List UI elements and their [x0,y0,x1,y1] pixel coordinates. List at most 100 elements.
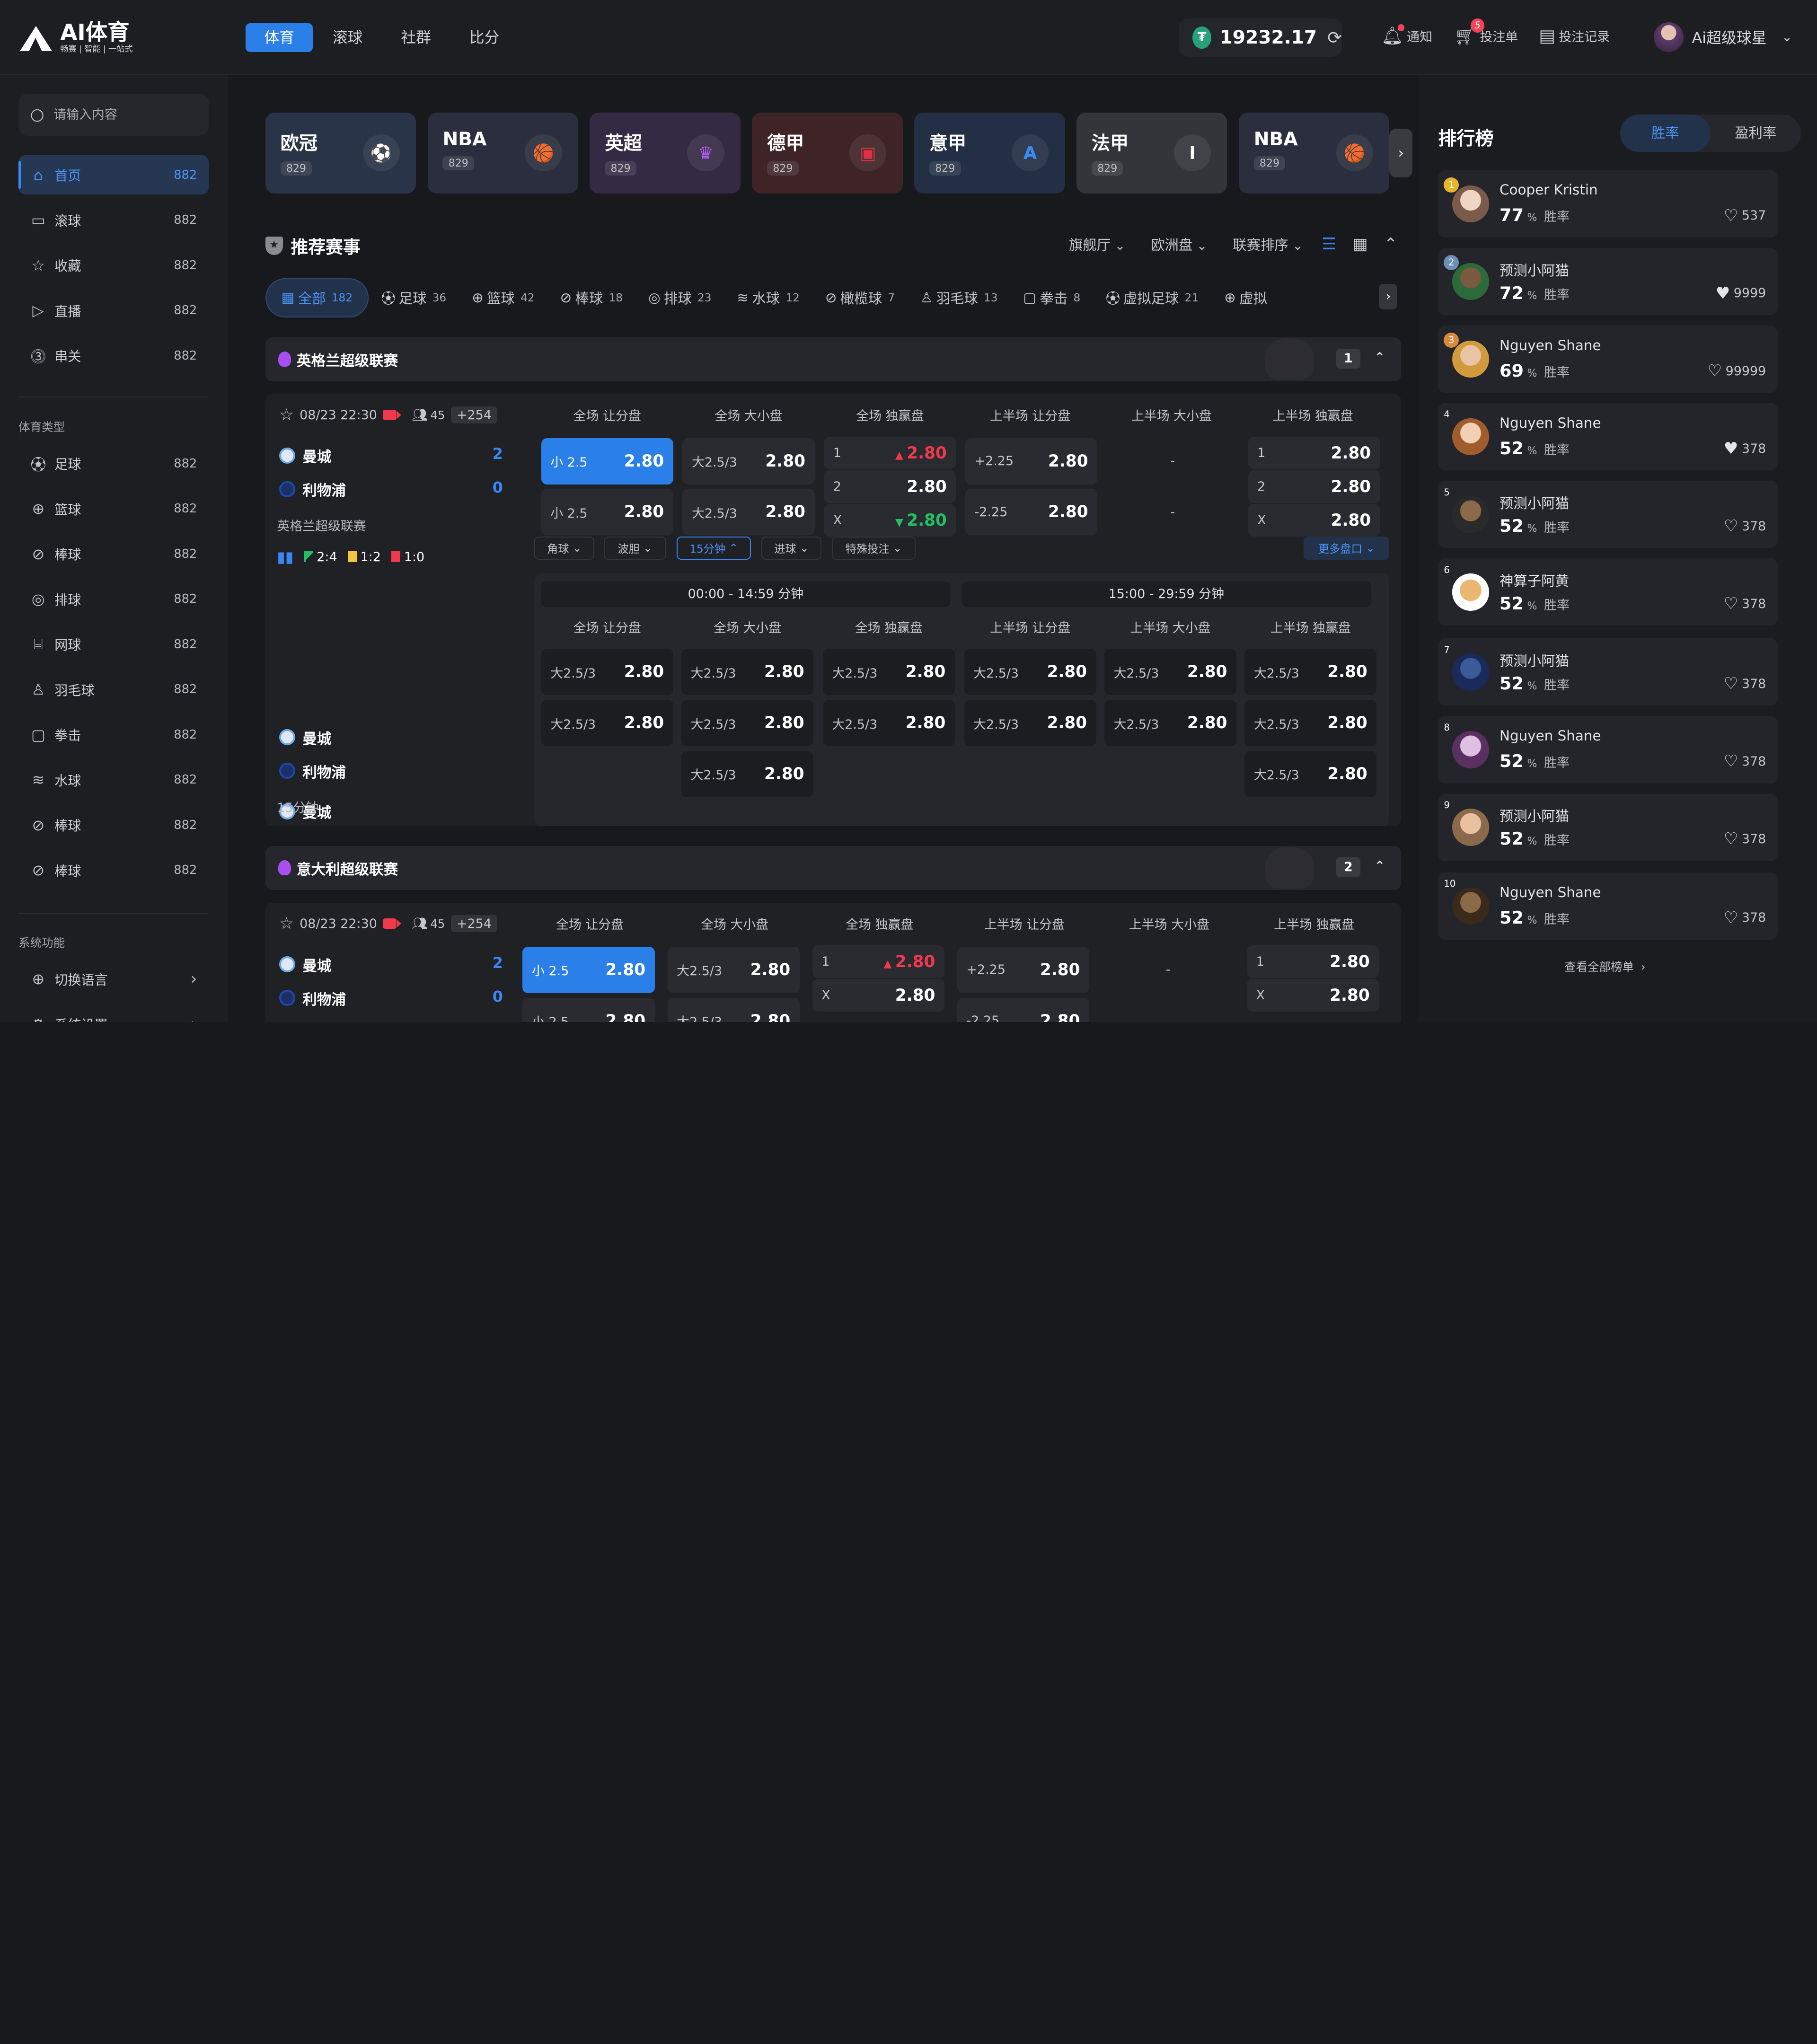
odds-cell-handicap[interactable]: 小 2.52.80 [522,997,655,1022]
ranker-likes[interactable]: ♥ 9999 [1716,284,1766,303]
tab-sport[interactable]: ⚽︎ 足球 36 [369,278,459,317]
odds-cell-half-handicap[interactable]: +2.25 2.80 [965,438,1098,485]
star-icon[interactable]: ☆ [279,914,294,933]
period-odds-cell[interactable]: 大2.5/3 2.80 [681,700,814,747]
ranking-item[interactable]: 1 Cooper Kristin 77% 胜率 ♡ 537 [1438,170,1778,238]
bet-slip-button[interactable]: 🛒︎ 5 投注单 [1454,18,1518,46]
ranker-likes[interactable]: ♡ 378 [1724,594,1766,613]
tab-sport[interactable]: ◎ 排球 23 [635,278,724,317]
league-card[interactable]: NBA 829 🏀 [427,112,578,194]
tab-sport[interactable]: ♙ 羽毛球 13 [908,278,1011,317]
tab-sport[interactable]: ▦ 全部 182 [265,278,369,317]
sidebar-item-tennis[interactable]: ⌸ 网球 882 [18,625,209,664]
more-markets-count[interactable]: +254 [450,915,498,933]
nav-sports[interactable]: 体育 [246,23,313,53]
chip-correct-score[interactable]: 波胆 ⌄ [603,536,667,560]
league-card[interactable]: 法甲 829 l [1076,112,1227,194]
odds-cell-total[interactable]: 大2.5/32.80 [667,997,800,1022]
odds-cell-half-handicap[interactable]: +2.25 2.80 [957,946,1090,993]
chip-special[interactable]: 特殊投注 ⌄ [832,536,916,560]
period-odds-cell[interactable]: 大2.5/3 2.80 [1104,700,1237,747]
league-card[interactable]: 欧冠 829 ⚽ [265,112,416,194]
search-input[interactable] [53,107,193,122]
sidebar-item-football[interactable]: ⚽︎ 足球 882 [18,444,209,483]
sidebar-item-basketball[interactable]: ⊕ 篮球 882 [18,489,209,528]
ranker-likes[interactable]: ♡ 99999 [1708,361,1766,380]
league-header[interactable]: 英格兰超级联赛 1 ⌃ [265,337,1401,381]
sidebar-item-stream[interactable]: ▷ 直播 882 [18,291,209,330]
sidebar-item-parlay[interactable]: ⓷ 串关 882 [18,336,209,375]
more-markets-count[interactable]: +254 [450,406,498,424]
bet-records-button[interactable]: ▤ 投注记录 [1539,26,1610,46]
collapse-all-icon[interactable]: ⌃ [1384,235,1398,254]
video-icon[interactable] [383,410,402,421]
refresh-icon[interactable]: ⟳ [1327,27,1342,48]
league-card[interactable]: 德甲 829 ▣ [752,112,903,194]
odds-cell-half-moneyline[interactable]: 1 2.80 [1247,945,1379,978]
league-next-button[interactable]: › [1389,128,1413,177]
sidebar-item-waterpolo[interactable]: ≋ 水球 882 [18,760,209,800]
star-icon[interactable]: ☆ [279,405,294,424]
stats-chart-icon[interactable]: ▮▮ [277,548,293,566]
odds-cell-moneyline[interactable]: 1 ▲ 2.80 [824,437,956,469]
odds-cell-half-handicap[interactable]: -2.25 2.80 [957,997,1090,1022]
ranker-likes[interactable]: ♡ 378 [1724,829,1766,848]
period-odds-cell[interactable]: 大2.5/3 2.80 [964,700,1096,747]
logo[interactable]: AI体育 畅赛 | 智能 | 一站式 [18,21,133,54]
sidebar-item-live[interactable]: ▭ 滚球 882 [18,201,209,240]
ranker-likes[interactable]: ♥ 378 [1724,439,1766,458]
ranking-item[interactable]: 10 Nguyen Shane 52% 胜率 ♡ 378 [1438,872,1778,940]
period-tab[interactable]: 00:00 - 14:59 分钟 [541,581,951,608]
odds-cell-total[interactable]: 大2.5/32.80 [667,946,800,993]
ranker-likes[interactable]: ♡ 378 [1724,517,1766,536]
odds-type-select[interactable]: 欧洲盘 [1151,234,1207,254]
period-odds-cell[interactable]: 大2.5/3 2.80 [822,700,955,747]
ranking-item[interactable]: 7 预测小阿猫 52% 胜率 ♡ 378 [1438,638,1778,706]
video-icon[interactable] [383,918,402,929]
ranker-likes[interactable]: ♡ 378 [1724,752,1766,771]
odds-cell-handicap[interactable]: 小 2.52.80 [541,489,673,536]
league-card[interactable]: NBA 829 🏀 [1238,112,1390,194]
user-menu[interactable]: Ai超级球星 ⌄ [1653,22,1792,53]
odds-cell-half-moneyline[interactable]: 2 2.80 [1248,470,1380,503]
nav-community[interactable]: 社群 [382,23,450,52]
ranking-item[interactable]: 8 Nguyen Shane 52% 胜率 ♡ 378 [1438,716,1778,784]
grid-view-icon[interactable]: ▦ [1352,235,1367,254]
sidebar-item-boxing[interactable]: ▢ 拳击 882 [18,715,209,754]
odds-cell-moneyline[interactable]: X 2.80 [812,979,944,1012]
odds-cell-half-moneyline[interactable]: X 2.80 [1247,979,1379,1012]
period-odds-cell[interactable]: 大2.5/3 2.80 [822,649,955,696]
ranking-item[interactable]: 3 Nguyen Shane 69% 胜率 ♡ 99999 [1438,326,1778,393]
nav-scores[interactable]: 比分 [451,23,518,52]
more-markets-button[interactable]: 更多盘口 ⌄ [1304,536,1390,560]
list-view-icon[interactable]: ☰ [1322,235,1336,254]
tab-sport[interactable]: ▢ 拳击 8 [1010,278,1093,317]
venue-select[interactable]: 旗舰厅 [1069,234,1125,254]
odds-cell-half-moneyline[interactable]: X 2.80 [1248,504,1380,537]
sidebar-item-baseball[interactable]: ⊘ 棒球 882 [18,534,209,573]
chevron-up-icon[interactable]: ⌃ [1374,859,1385,873]
tab-sport[interactable]: ⊘ 橄榄球 7 [812,278,908,317]
ranking-item[interactable]: 6 神算子阿黄 52% 胜率 ♡ 378 [1438,558,1778,626]
ranking-item[interactable]: 5 预测小阿猫 52% 胜率 ♡ 378 [1438,481,1778,548]
sidebar-item-volleyball[interactable]: ◎ 排球 882 [18,579,209,618]
tab-sport[interactable]: ⊕ 篮球 42 [459,278,547,317]
period-odds-cell[interactable]: 大2.5/3 2.80 [681,750,814,797]
period-odds-cell[interactable]: 大2.5/3 2.80 [541,649,673,696]
period-odds-cell[interactable]: 大2.5/3 2.80 [1244,750,1377,797]
league-header[interactable]: 意大利超级联赛 2 ⌃ [265,846,1401,890]
period-odds-cell[interactable]: 大2.5/3 2.80 [541,700,673,747]
ranking-item[interactable]: 9 预测小阿猫 52% 胜率 ♡ 378 [1438,793,1778,861]
period-odds-cell[interactable]: 大2.5/3 2.80 [964,649,1096,696]
odds-cell-moneyline[interactable]: X ▼ 2.80 [824,504,956,537]
league-card[interactable]: 意甲 829 A [914,112,1065,194]
period-odds-cell[interactable]: 大2.5/3 2.80 [681,649,814,696]
sort-select[interactable]: 联赛排序 [1233,234,1303,254]
chip-15min[interactable]: 15分钟 ⌃ [677,536,751,560]
tab-profit-rate[interactable]: 盈利率 [1711,115,1801,151]
tab-sport[interactable]: ⊘ 棒球 18 [547,278,635,317]
ranker-likes[interactable]: ♡ 378 [1724,908,1766,927]
tab-sport[interactable]: ⊕ 虚拟 [1211,278,1286,317]
sidebar-item-home[interactable]: ⌂ 首页 882 [18,155,209,195]
period-odds-cell[interactable]: 大2.5/3 2.80 [1244,649,1377,696]
